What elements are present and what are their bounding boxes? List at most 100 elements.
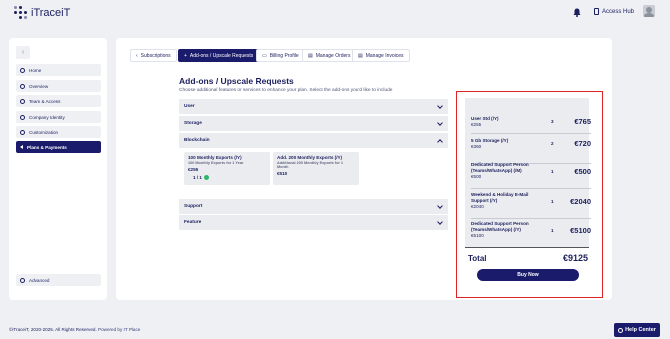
- addon-price: €255: [188, 167, 199, 172]
- help-center-label: Help Center: [625, 327, 656, 333]
- summary-item-amount: €2040: [570, 197, 591, 206]
- powered-by-link[interactable]: Powered by IT Place: [98, 327, 140, 332]
- team-icon: [20, 98, 25, 104]
- divider: [465, 247, 589, 248]
- footer: ©iTraceiT, 2020-2025. All Rights Reserve…: [9, 327, 140, 332]
- company-icon: [20, 114, 25, 120]
- summary-item-amount: €765: [574, 117, 591, 126]
- tab-label: Subscriptions: [140, 52, 171, 59]
- advanced-icon: [20, 277, 25, 283]
- sidebar-item-home[interactable]: Home: [16, 64, 101, 76]
- sidebar-item-company-identity[interactable]: Company Identity: [16, 111, 101, 123]
- section-label: Support: [184, 204, 203, 209]
- notification-bell-icon[interactable]: [573, 8, 581, 17]
- section-support[interactable]: Support: [179, 199, 448, 214]
- access-hub-icon: [594, 8, 599, 15]
- sidebar-item-label: Overview: [29, 83, 49, 89]
- sidebar-item-label: Plans & Payments: [27, 144, 67, 150]
- addon-description: Additional 200 Monthly Exports for 1 Mon…: [277, 161, 344, 169]
- buy-now-button[interactable]: Buy Now: [477, 269, 579, 281]
- total-amount: €9125: [562, 253, 588, 263]
- chevron-down-icon: [437, 103, 443, 109]
- sidebar-item-customization[interactable]: Customization: [16, 126, 101, 138]
- addon-description: 100 Monthly Exports for 1 Year: [188, 161, 244, 165]
- summary-item-name: Dedicated Support Person (Teams/WhatsApp…: [471, 162, 529, 179]
- addon-card[interactable]: Add. 200 Monthly Exports (/Y) Additional…: [273, 152, 359, 185]
- billing-icon: ▭: [262, 52, 267, 59]
- access-hub-link[interactable]: Access Hub: [594, 8, 634, 15]
- back-chevron-icon: ‹: [136, 52, 138, 59]
- order-summary: User Std (/Y) €255 3 €765 5 Gb Storage (/…: [456, 91, 603, 298]
- blockchain-content: 100 Monthly Exports (/Y) 100 Monthly Exp…: [179, 148, 448, 194]
- check-icon: [203, 175, 209, 180]
- summary-item-price: €2040: [471, 204, 484, 209]
- summary-item-amount: €720: [574, 139, 591, 148]
- summary-item-qty: 3: [551, 119, 554, 124]
- help-center-button[interactable]: Help Center: [614, 323, 660, 337]
- sidebar-item-label: Team & Access: [29, 98, 61, 104]
- sidebar: ‹ Home Overview Team & Access Company Id…: [9, 38, 107, 300]
- tab-billing-profile[interactable]: ▭ Billing Profile: [256, 49, 305, 62]
- section-label: Storage: [184, 121, 202, 126]
- sidebar-item-label: Company Identity: [29, 114, 65, 120]
- sidebar-item-plans-payments[interactable]: Plans & Payments: [16, 141, 101, 153]
- chevron-down-icon: [437, 203, 443, 209]
- section-label: Blockchain: [184, 138, 210, 143]
- collapse-sidebar-button[interactable]: ‹: [16, 46, 30, 59]
- summary-item-name: User Std (/Y) €255: [471, 116, 499, 127]
- logo-icon: [14, 6, 28, 20]
- tab-subscriptions[interactable]: ‹ Subscriptions: [130, 49, 177, 62]
- chevron-up-icon: [437, 139, 443, 145]
- page-title: Add-ons / Upscale Requests: [179, 76, 294, 86]
- sidebar-item-overview[interactable]: Overview: [16, 80, 101, 92]
- addon-price: €510: [277, 171, 288, 176]
- access-hub-label: Access Hub: [602, 8, 635, 15]
- page-subtitle: Choose additional features or services t…: [179, 88, 393, 93]
- summary-item-price: €255: [471, 122, 482, 127]
- sidebar-item-team-access[interactable]: Team & Access: [16, 95, 101, 107]
- overview-icon: [20, 83, 25, 89]
- customization-icon: [20, 129, 25, 135]
- tab-manage-invoices[interactable]: ▤ Manage Invoices: [352, 49, 410, 62]
- addon-quantity: 1 / 1: [193, 175, 266, 180]
- copyright-text: ©iTraceiT, 2020-2025. All Rights Reserve…: [9, 327, 97, 332]
- summary-item-name: 5 Gb Storage (/Y) €360: [471, 138, 509, 149]
- sidebar-item-advanced[interactable]: Advanced: [16, 274, 101, 286]
- summary-item-name: Weekend & Holiday E-Mail Support (/Y) €20…: [471, 192, 529, 209]
- section-blockchain[interactable]: Blockchain 100 Monthly Exports (/Y) 100 …: [179, 133, 448, 194]
- summary-item-qty: 1: [551, 228, 554, 233]
- sidebar-item-label: Home: [29, 67, 42, 73]
- tab-label: Manage Orders: [315, 52, 351, 59]
- total-label: Total: [468, 254, 487, 263]
- back-arrow-icon: [20, 145, 23, 149]
- section-label: Feature: [184, 220, 202, 225]
- tab-label: Billing Profile: [269, 52, 299, 59]
- summary-item-price: €500: [471, 174, 482, 179]
- summary-item-price: €360: [471, 144, 482, 149]
- user-avatar[interactable]: [643, 5, 655, 17]
- logo[interactable]: iTraceiT: [14, 6, 70, 20]
- addon-title: Add. 200 Monthly Exports (/Y): [277, 155, 343, 160]
- summary-row: Weekend & Holiday E-Mail Support (/Y) €20…: [471, 188, 591, 219]
- section-user[interactable]: User: [179, 99, 448, 114]
- section-feature[interactable]: Feature: [179, 215, 448, 230]
- sidebar-item-label: Advanced: [29, 277, 50, 283]
- addon-quantity-value: 1 / 1: [193, 175, 202, 180]
- section-storage[interactable]: Storage: [179, 116, 448, 131]
- tab-add-ons[interactable]: + Add-ons / Upscale Requests: [178, 49, 260, 62]
- section-label: User: [184, 104, 195, 109]
- plus-icon: +: [184, 52, 187, 59]
- logo-text: iTraceiT: [31, 7, 71, 19]
- addon-card[interactable]: 100 Monthly Exports (/Y) 100 Monthly Exp…: [184, 152, 270, 185]
- home-icon: [20, 67, 25, 73]
- help-icon: [618, 327, 624, 333]
- invoices-icon: ▤: [358, 52, 363, 59]
- summary-row: Dedicated Support Person (Teams/WhatsApp…: [471, 217, 591, 248]
- summary-item-name: Dedicated Support Person (Teams/WhatsApp…: [471, 221, 529, 238]
- summary-item-qty: 1: [551, 199, 554, 204]
- summary-item-amount: €500: [574, 167, 591, 176]
- sidebar-item-label: Customization: [29, 129, 59, 135]
- tab-manage-orders[interactable]: ▤ Manage Orders: [302, 49, 357, 62]
- tab-label: Add-ons / Upscale Requests: [189, 52, 254, 59]
- summary-item-amount: €5100: [570, 226, 591, 235]
